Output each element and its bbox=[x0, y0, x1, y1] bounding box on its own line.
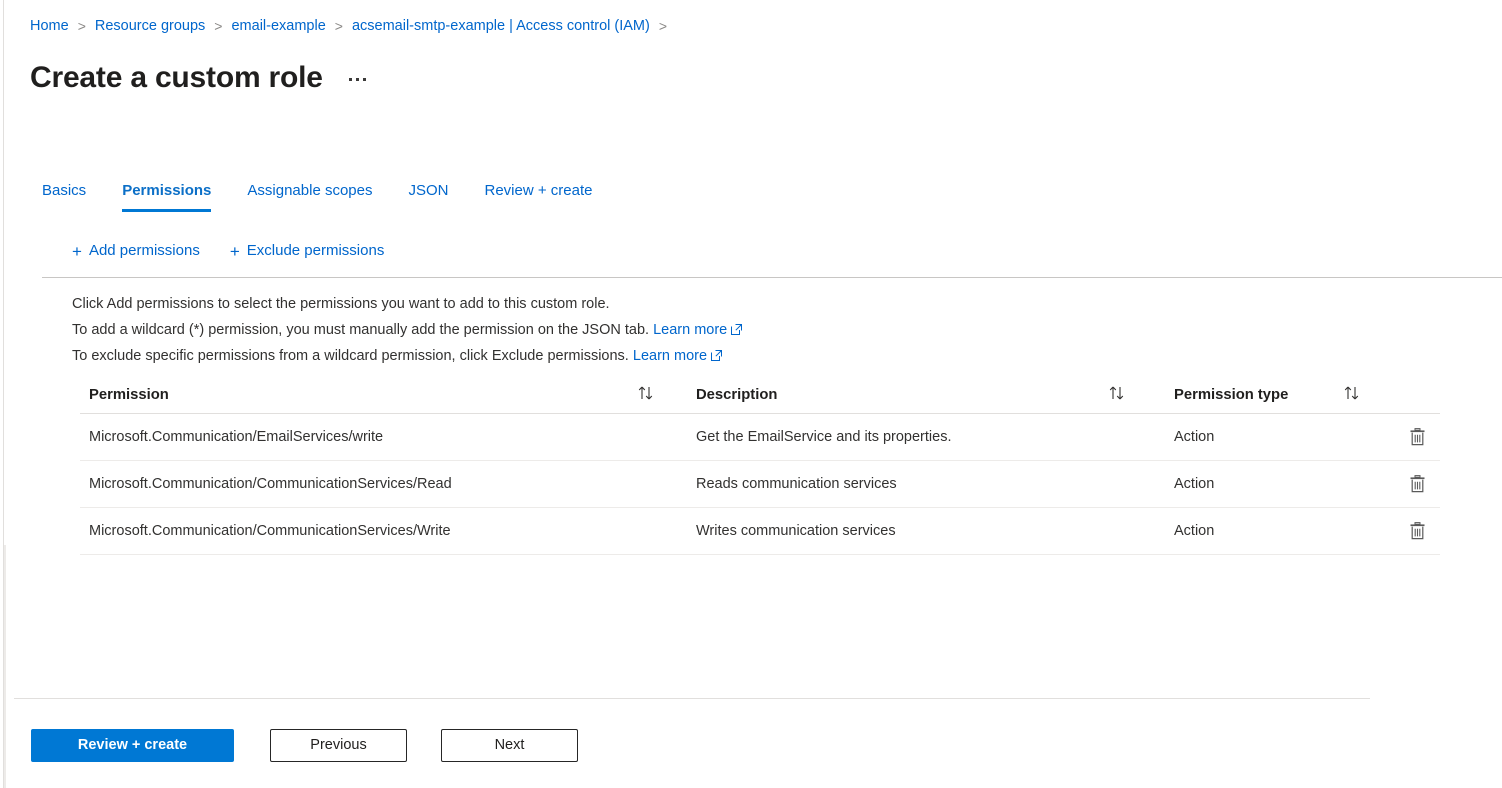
next-button[interactable]: Next bbox=[441, 729, 578, 762]
breadcrumb-separator: > bbox=[77, 18, 86, 34]
page-title: Create a custom role bbox=[30, 61, 323, 94]
delete-permission-button[interactable] bbox=[1405, 518, 1431, 544]
external-link-icon bbox=[711, 344, 723, 361]
cell-permission-type: Action bbox=[1174, 429, 1215, 445]
learn-more-label: Learn more bbox=[632, 348, 708, 364]
table-row[interactable]: Microsoft.Communication/CommunicationSer… bbox=[80, 508, 1440, 555]
plus-icon: + bbox=[229, 241, 240, 261]
column-header-permission-type[interactable]: Permission type bbox=[1155, 387, 1343, 403]
cell-permission-type: Action bbox=[1174, 476, 1215, 492]
column-header-description[interactable]: Description bbox=[688, 387, 1108, 403]
wizard-tabs: Basics Permissions Assignable scopes JSO… bbox=[42, 180, 628, 212]
add-permissions-button[interactable]: + Add permissions bbox=[72, 240, 200, 262]
delete-permission-button[interactable] bbox=[1405, 471, 1431, 497]
cell-permission-type: Action bbox=[1174, 523, 1215, 539]
sort-permission[interactable] bbox=[637, 385, 688, 405]
trash-icon bbox=[1410, 522, 1425, 540]
footer-divider bbox=[14, 698, 1370, 699]
cell-permission: Microsoft.Communication/CommunicationSer… bbox=[89, 476, 452, 492]
cell-permission: Microsoft.Communication/CommunicationSer… bbox=[89, 523, 451, 539]
exclude-permissions-button[interactable]: + Exclude permissions bbox=[230, 240, 385, 262]
cell-description: Get the EmailService and its properties. bbox=[696, 429, 952, 445]
wizard-footer: Review + create Previous Next bbox=[31, 729, 612, 762]
breadcrumb-item-resource-groups[interactable]: Resource groups bbox=[95, 16, 205, 36]
instruction-line-1: Click Add permissions to select the perm… bbox=[72, 296, 610, 312]
breadcrumb: Home > Resource groups > email-example >… bbox=[30, 16, 676, 36]
external-link-icon bbox=[731, 318, 743, 335]
trash-icon bbox=[1410, 475, 1425, 493]
learn-more-link-wildcard[interactable]: Learn more bbox=[653, 322, 743, 338]
breadcrumb-item-email-example[interactable]: email-example bbox=[231, 16, 325, 36]
blade-left-border-lower bbox=[4, 545, 6, 788]
add-permissions-label: Add permissions bbox=[88, 242, 200, 259]
breadcrumb-item-access-control[interactable]: acsemail-smtp-example | Access control (… bbox=[352, 16, 650, 36]
previous-button[interactable]: Previous bbox=[270, 729, 407, 762]
sort-icon bbox=[637, 385, 659, 401]
cell-description: Reads communication services bbox=[696, 476, 897, 492]
learn-more-link-exclude[interactable]: Learn more bbox=[632, 348, 723, 364]
breadcrumb-separator: > bbox=[334, 18, 343, 34]
command-bar-divider bbox=[42, 277, 1502, 278]
instruction-line-3-text: To exclude specific permissions from a w… bbox=[72, 348, 629, 364]
tab-json[interactable]: JSON bbox=[408, 180, 448, 212]
table-header-row: Permission Description Permission type bbox=[80, 376, 1440, 414]
cell-permission: Microsoft.Communication/EmailServices/wr… bbox=[89, 429, 384, 445]
more-commands-icon[interactable] bbox=[345, 72, 370, 87]
cell-actions bbox=[1395, 471, 1440, 497]
sort-description[interactable] bbox=[1108, 385, 1155, 405]
table-row[interactable]: Microsoft.Communication/EmailServices/wr… bbox=[80, 414, 1440, 461]
cell-actions bbox=[1395, 424, 1440, 450]
sort-icon bbox=[1108, 385, 1130, 401]
learn-more-label: Learn more bbox=[653, 322, 728, 338]
instructions-block: Click Add permissions to select the perm… bbox=[72, 291, 743, 369]
table-row[interactable]: Microsoft.Communication/CommunicationSer… bbox=[80, 461, 1440, 508]
tab-review-create[interactable]: Review + create bbox=[485, 180, 593, 212]
instruction-line-2: To add a wildcard (*) permission, you mu… bbox=[72, 317, 743, 343]
tab-basics[interactable]: Basics bbox=[42, 180, 86, 212]
column-header-permission[interactable]: Permission bbox=[80, 387, 637, 403]
instruction-line-2-text: To add a wildcard (*) permission, you mu… bbox=[72, 322, 650, 338]
sort-permission-type[interactable] bbox=[1343, 385, 1395, 405]
breadcrumb-separator: > bbox=[214, 18, 223, 34]
review-create-button[interactable]: Review + create bbox=[31, 729, 234, 762]
plus-icon: + bbox=[72, 241, 82, 261]
tab-assignable-scopes[interactable]: Assignable scopes bbox=[247, 180, 372, 212]
breadcrumb-separator: > bbox=[658, 18, 668, 34]
delete-permission-button[interactable] bbox=[1405, 424, 1431, 450]
permissions-table: Permission Description Permission type M… bbox=[80, 376, 1440, 555]
tab-permissions[interactable]: Permissions bbox=[122, 180, 212, 212]
breadcrumb-item-home[interactable]: Home bbox=[30, 16, 69, 36]
command-bar: + Add permissions + Exclude permissions bbox=[72, 240, 414, 262]
cell-description: Writes communication services bbox=[696, 523, 896, 539]
page-title-row: Create a custom role bbox=[30, 58, 370, 98]
cell-actions bbox=[1395, 518, 1440, 544]
exclude-permissions-label: Exclude permissions bbox=[246, 242, 385, 259]
trash-icon bbox=[1410, 428, 1425, 446]
instruction-line-3: To exclude specific permissions from a w… bbox=[72, 343, 742, 369]
sort-icon bbox=[1343, 385, 1365, 401]
